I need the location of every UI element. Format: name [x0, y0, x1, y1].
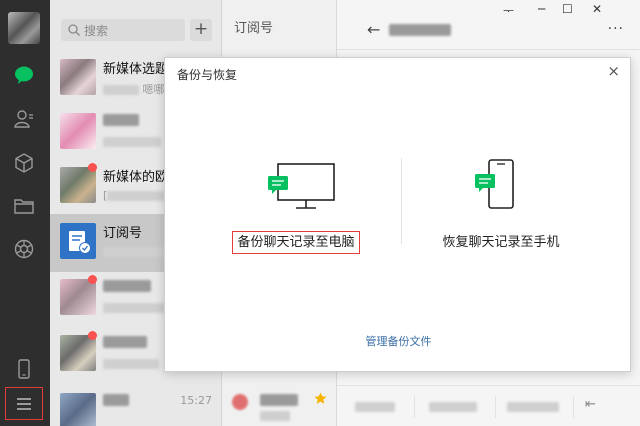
- search-icon: [68, 24, 80, 36]
- chat-name: [103, 278, 151, 293]
- option-divider: [401, 158, 402, 244]
- chat-preview: 嗯哪: [103, 81, 165, 97]
- list-item[interactable]: 15:27: [50, 384, 221, 426]
- chat-name: [103, 112, 139, 127]
- backup-to-pc-label[interactable]: 备份聊天记录至电脑: [232, 231, 360, 254]
- close-window-button[interactable]: ✕: [592, 2, 602, 16]
- nav-rail: [0, 0, 50, 426]
- chat-avatar: [60, 167, 96, 203]
- moments-icon[interactable]: [13, 238, 35, 260]
- chat-avatar: [60, 279, 96, 315]
- bottom-toolbar: ⇤: [337, 385, 640, 426]
- subscription-header: 订阅号: [234, 21, 274, 36]
- search-box[interactable]: 搜索: [61, 19, 185, 41]
- phone-icon[interactable]: [13, 358, 35, 380]
- toolbar-item[interactable]: [355, 400, 395, 413]
- subscription-name: [260, 392, 298, 406]
- chat-preview: [103, 301, 167, 314]
- chat-time: 15:27: [180, 394, 212, 407]
- chat-avatar: [60, 393, 96, 426]
- add-button[interactable]: +: [190, 19, 212, 41]
- article-title: [389, 22, 451, 36]
- chat-preview: [: [103, 189, 168, 202]
- collapse-icon[interactable]: ⇤: [585, 397, 596, 412]
- chat-name: 新媒体选题: [103, 62, 169, 77]
- toolbar-item[interactable]: [429, 400, 477, 413]
- chat-avatar: [60, 113, 96, 149]
- avatar[interactable]: [8, 12, 40, 44]
- unread-dot: [88, 331, 97, 340]
- chat-icon[interactable]: [13, 64, 35, 86]
- chat-preview: [103, 135, 161, 148]
- chat-name: [103, 334, 147, 349]
- dialog-title: 备份与恢复: [177, 68, 238, 82]
- chat-avatar: [60, 335, 96, 371]
- subscription-avatar: [232, 394, 248, 410]
- menu-icon[interactable]: [13, 393, 35, 415]
- subscription-icon: [69, 231, 91, 254]
- title-bar: ᅮ ─ ☐ ✕ ← ···: [337, 0, 640, 50]
- chat-name: 新媒体的欧: [103, 170, 169, 185]
- star-icon[interactable]: [314, 392, 327, 405]
- dialog-close-button[interactable]: ×: [607, 62, 620, 80]
- contacts-icon[interactable]: [13, 108, 35, 130]
- computer-icon: [268, 163, 335, 209]
- favorites-icon[interactable]: [13, 152, 35, 174]
- toolbar-item[interactable]: [507, 400, 559, 413]
- search-input[interactable]: 搜索: [84, 22, 108, 39]
- phone-option-icon: [475, 159, 514, 209]
- backup-to-pc-option[interactable]: 备份聊天记录至电脑: [206, 158, 386, 258]
- chat-name: [103, 392, 129, 407]
- chat-avatar: [60, 59, 96, 95]
- subscription-preview: [260, 408, 290, 422]
- unread-dot: [88, 275, 97, 284]
- subscription-avatar: [60, 223, 96, 259]
- chat-preview: [103, 357, 159, 370]
- pin-button[interactable]: ᅮ: [503, 2, 514, 19]
- back-button[interactable]: ←: [367, 20, 380, 39]
- restore-to-phone-label: 恢复聊天记录至手机: [442, 235, 560, 250]
- chat-name: 订阅号: [103, 226, 143, 241]
- restore-to-phone-option[interactable]: 恢复聊天记录至手机: [411, 158, 591, 258]
- files-icon[interactable]: [13, 195, 35, 217]
- manage-backups-link[interactable]: 管理备份文件: [165, 333, 632, 349]
- subscription-item[interactable]: [222, 380, 337, 426]
- backup-label-wrap: 备份聊天记录至电脑: [206, 231, 386, 254]
- minimize-button[interactable]: ─: [538, 2, 545, 16]
- backup-restore-dialog: 备份与恢复 × 备份聊天记录至电脑 恢复聊天记录至手机 管理备份文件: [164, 57, 631, 372]
- maximize-button[interactable]: ☐: [562, 2, 573, 16]
- more-button[interactable]: ···: [608, 21, 624, 37]
- unread-dot: [88, 163, 97, 172]
